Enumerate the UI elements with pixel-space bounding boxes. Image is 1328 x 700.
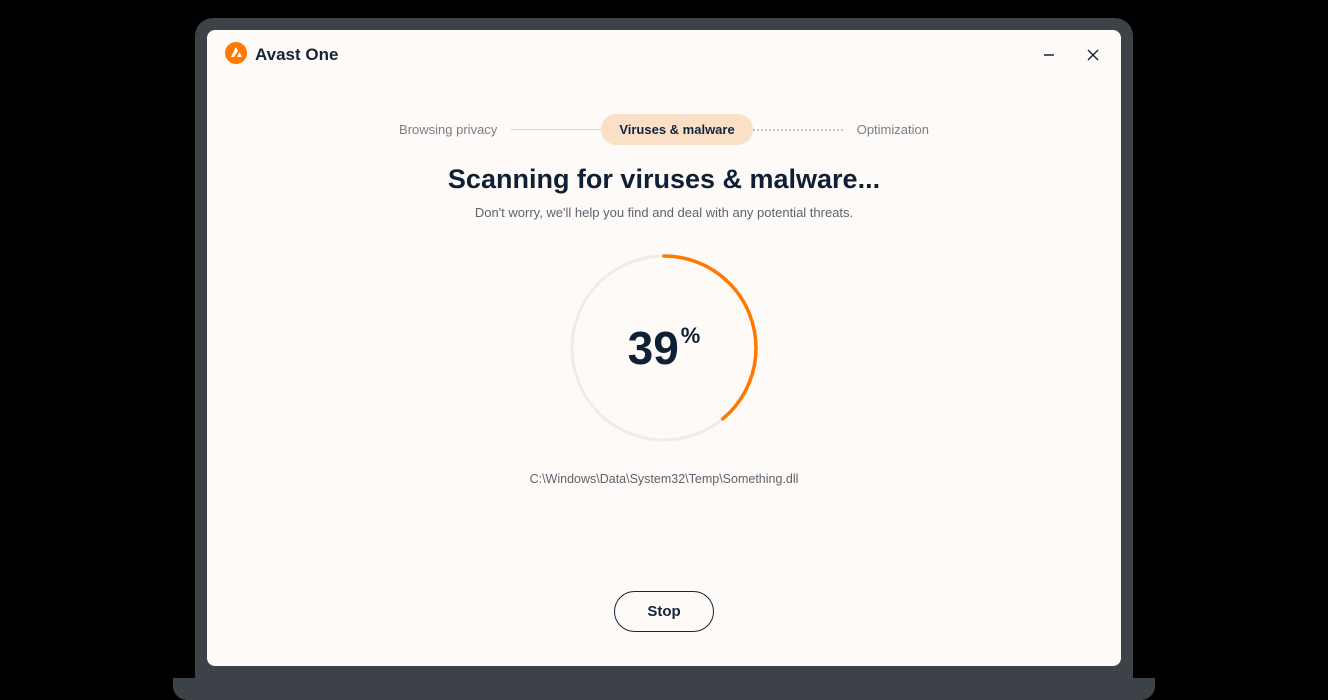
percent-symbol: % bbox=[681, 323, 701, 349]
action-row: Stop bbox=[207, 591, 1121, 632]
brand-name: Avast One bbox=[255, 45, 338, 65]
step-connector bbox=[511, 129, 601, 130]
progress-steps: Browsing privacy Viruses & malware Optim… bbox=[207, 114, 1121, 145]
step-connector bbox=[753, 129, 843, 130]
minimize-icon bbox=[1043, 49, 1055, 61]
scan-current-file: C:\Windows\Data\System32\Temp\Something.… bbox=[530, 472, 799, 486]
window-controls bbox=[1027, 30, 1115, 80]
progress-label: 39 % bbox=[564, 248, 764, 448]
progress-percent-value: 39 bbox=[628, 325, 679, 371]
step-optimization: Optimization bbox=[843, 116, 943, 143]
titlebar: Avast One bbox=[207, 30, 1121, 80]
app-window: Avast One Browsing privacy Viruses & mal… bbox=[207, 30, 1121, 666]
avast-logo-icon bbox=[225, 42, 247, 69]
stop-button[interactable]: Stop bbox=[614, 591, 713, 632]
page-subtitle: Don't worry, we'll help you find and dea… bbox=[207, 205, 1121, 220]
step-browsing-privacy: Browsing privacy bbox=[385, 116, 511, 143]
heading-block: Scanning for viruses & malware... Don't … bbox=[207, 164, 1121, 220]
progress-ring: 39 % bbox=[564, 248, 764, 448]
close-icon bbox=[1087, 49, 1099, 61]
brand: Avast One bbox=[225, 42, 338, 69]
page-title: Scanning for viruses & malware... bbox=[207, 164, 1121, 195]
step-viruses-malware: Viruses & malware bbox=[601, 114, 752, 145]
progress-section: 39 % C:\Windows\Data\System32\Temp\Somet… bbox=[207, 248, 1121, 486]
laptop-frame: Avast One Browsing privacy Viruses & mal… bbox=[195, 18, 1133, 678]
minimize-button[interactable] bbox=[1027, 30, 1071, 80]
close-button[interactable] bbox=[1071, 30, 1115, 80]
laptop-base bbox=[173, 678, 1155, 700]
